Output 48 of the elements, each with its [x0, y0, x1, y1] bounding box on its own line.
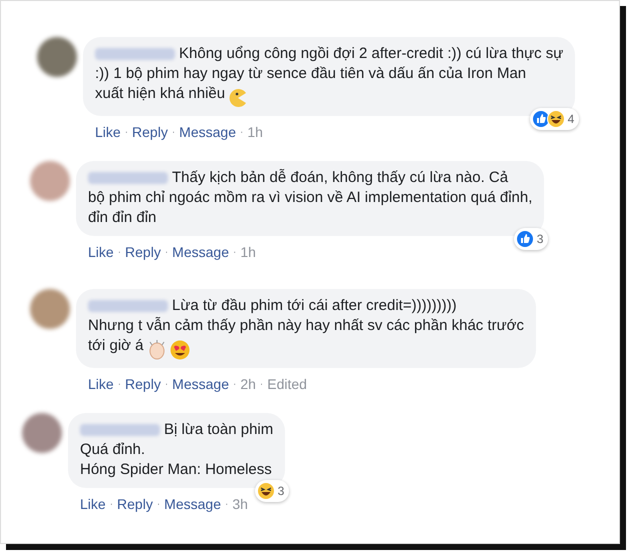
comment-text: Không uổng công ngồi đợi 2 after-credit :)) cú lừa thực sự	[179, 44, 564, 64]
separator-dot: ·	[124, 126, 128, 140]
avatar[interactable]	[30, 289, 70, 330]
comment-text: Bị lừa toàn phim	[164, 420, 274, 440]
action-link[interactable]: Message	[179, 122, 236, 144]
separator-dot: ·	[118, 246, 122, 260]
action-link[interactable]: Like	[80, 494, 106, 516]
reaction-summary[interactable]: 3	[514, 228, 548, 250]
separator-dot: ·	[164, 246, 168, 260]
comment-text: Lừa từ đầu phim tới cái after credit=)))))))))	[172, 296, 457, 316]
reaction-count: 3	[278, 483, 284, 500]
separator-dot: ·	[156, 498, 160, 512]
timestamp: 1h	[247, 123, 263, 142]
action-link[interactable]: Message	[172, 374, 229, 396]
action-link[interactable]: Reply	[132, 122, 168, 144]
separator-dot: ·	[118, 378, 122, 392]
timestamp: 1h	[240, 243, 256, 262]
reaction-count: 4	[568, 111, 574, 128]
separator-dot: ·	[232, 246, 236, 260]
reaction-count: 3	[536, 231, 544, 248]
comment-text: Thấy kịch bản dễ đoán, không thấy cú lừa nào. Cả	[172, 168, 508, 188]
separator-dot: ·	[232, 378, 236, 392]
comment-text: Quá đỉnh. Hóng Spider Man: Homeless	[80, 441, 272, 478]
action-link[interactable]: Like	[95, 122, 121, 144]
avatar[interactable]	[22, 413, 62, 454]
separator-dot: ·	[240, 126, 244, 140]
action-link[interactable]: Reply	[117, 494, 153, 516]
separator-dot: ·	[260, 378, 264, 392]
reaction-summary[interactable]: 3	[254, 480, 290, 502]
comment-text: :)) 1 bộ phim hay ngay từ sence đầu tiên và dấu ấn của Iron Man xuất hiện khá nhiều	[95, 65, 526, 102]
action-link[interactable]: Reply	[125, 242, 161, 264]
reaction-summary[interactable]: 4	[530, 108, 580, 130]
separator-dot: ·	[224, 498, 228, 512]
avatar[interactable]	[30, 161, 70, 202]
separator-dot: ·	[164, 378, 168, 392]
action-link[interactable]: Message	[164, 494, 221, 516]
separator-dot: ·	[172, 126, 176, 140]
timestamp: 3h	[232, 495, 248, 514]
action-link[interactable]: Reply	[125, 374, 161, 396]
action-link[interactable]: Like	[88, 374, 114, 396]
comment-text: Nhưng t vẫn cảm thấy phần này hay nhất sv các phần khác trước tới giờ á	[88, 317, 524, 354]
comment-text: bộ phim chỉ ngoác mồm ra vì vision về AI implementation quá đỉnh, đỉn đỉn đỉn	[88, 189, 532, 226]
action-link[interactable]: Like	[88, 242, 114, 264]
action-link[interactable]: Message	[172, 242, 229, 264]
avatar[interactable]	[37, 37, 77, 77]
separator-dot: ·	[110, 498, 114, 512]
edited-label: Edited	[267, 375, 307, 394]
timestamp: 2h	[240, 375, 256, 394]
